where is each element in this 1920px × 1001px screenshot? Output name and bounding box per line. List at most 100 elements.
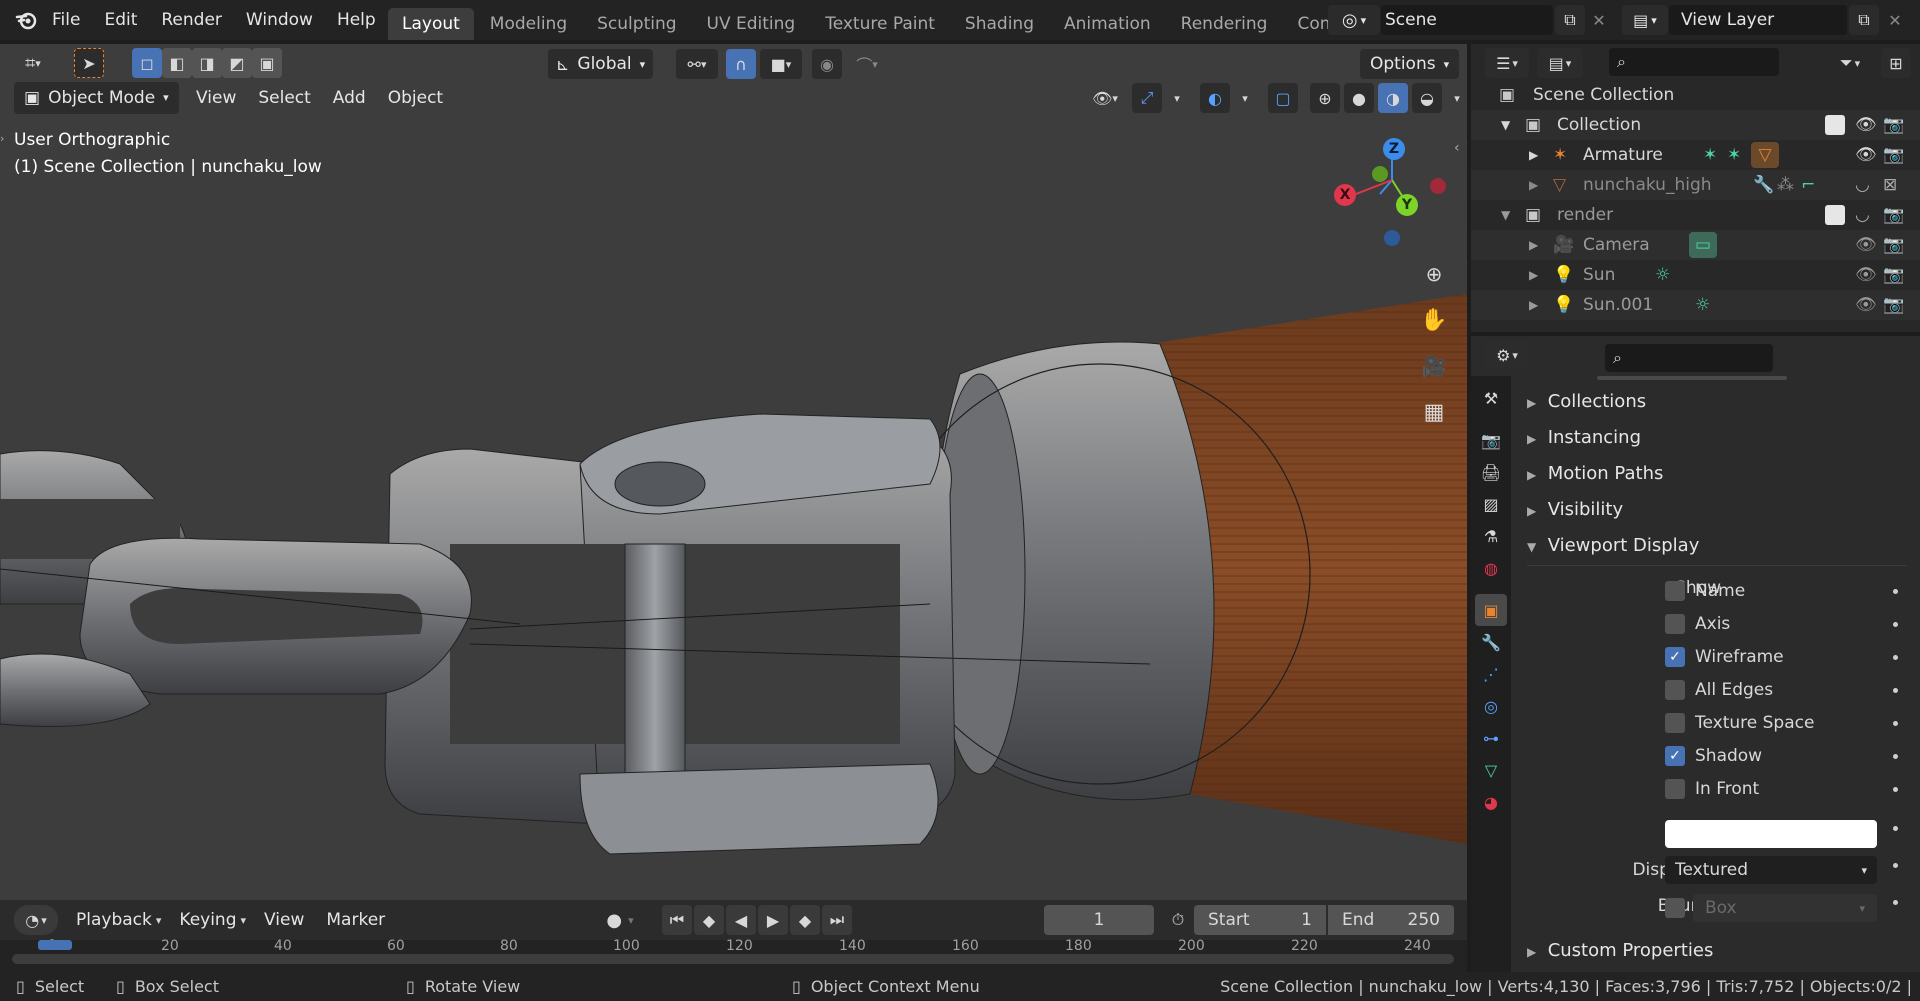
jump-end-button[interactable]: ⏭ — [822, 905, 852, 935]
tab-particles[interactable]: ⋰ — [1475, 658, 1507, 690]
visibility-selectability-button[interactable]: 👁 ▾ — [1082, 83, 1128, 113]
eye-icon[interactable]: 👁 — [1855, 110, 1877, 140]
select-mode-intersect-button[interactable]: ▣ — [252, 48, 282, 78]
bounds-type-dropdown[interactable]: Box ▾ — [1693, 894, 1877, 922]
delete-scene-button[interactable]: ✕ — [1588, 5, 1610, 35]
menu-window[interactable]: Window — [234, 0, 325, 40]
eye-icon[interactable]: 👁 — [1855, 140, 1877, 170]
3d-viewport[interactable]: ⌗ ▾ ➤ ◻ ◧ ◨ ◩ ▣ ⊾ Global ▾ ⚯ ▾ ∩ ■ ▾ ◉ ⌒ ▾ O… — [0, 44, 1467, 900]
outliner-row-scene-collection[interactable]: ▣ Scene Collection — [1471, 80, 1920, 110]
outliner-editor-type-button[interactable]: ☰ ▾ — [1485, 48, 1529, 78]
tab-output[interactable]: 🖨 — [1475, 456, 1507, 488]
tab-rendering[interactable]: Rendering — [1167, 8, 1282, 40]
checkbox[interactable]: ✓ — [1665, 647, 1685, 667]
show-option-row[interactable]: All Edges — [1665, 679, 1773, 701]
menu-marker[interactable]: Marker — [316, 904, 395, 936]
menu-view[interactable]: View — [186, 82, 246, 114]
play-button[interactable]: ▶ — [758, 905, 788, 935]
overlays-toggle-button[interactable]: ◐ — [1200, 83, 1230, 113]
preview-range-button[interactable]: ⏱ — [1164, 905, 1192, 935]
zoom-view-button[interactable]: ⊕ — [1416, 256, 1452, 292]
panel-custom-properties[interactable]: ▶ Custom Properties — [1527, 934, 1713, 968]
menu-add[interactable]: Add — [323, 82, 376, 114]
tab-modifiers[interactable]: 🔧 — [1475, 626, 1507, 658]
toolbar-expand-arrow[interactable]: › — [0, 132, 4, 145]
menu-timeline-view[interactable]: View — [254, 904, 314, 936]
tab-uv-editing[interactable]: UV Editing — [693, 8, 810, 40]
keyframe-dot[interactable] — [1893, 655, 1898, 660]
view-layer-field[interactable]: View Layer — [1669, 5, 1847, 35]
new-collection-button[interactable]: ⊞ — [1881, 48, 1911, 78]
menu-select[interactable]: Select — [248, 82, 320, 114]
show-option-row[interactable]: Axis — [1665, 613, 1730, 635]
show-option-row[interactable]: In Front — [1665, 778, 1759, 800]
camera-view-button[interactable]: 🎥 — [1416, 348, 1452, 384]
object-mode-dropdown[interactable]: ▣ Object Mode ▾ — [14, 82, 179, 114]
outliner-row-sun-001[interactable]: ▶ 💡 Sun.001 ☼ 👁 📷 — [1471, 290, 1920, 320]
snap-toggle-button[interactable]: ∩ — [726, 49, 756, 79]
start-frame-field[interactable]: Start 1 — [1194, 905, 1326, 935]
outliner-row-camera[interactable]: ▶ 🎥 Camera ▭ 👁 📷 — [1471, 230, 1920, 260]
keyframe-dot[interactable] — [1893, 688, 1898, 693]
overlays-options-button[interactable]: ▾ — [1234, 83, 1256, 113]
frame-ruler[interactable]: 120406080100120140160180200220240 — [0, 938, 1467, 972]
falloff-button[interactable]: ⌒ ▾ — [846, 49, 888, 79]
select-tool-button[interactable]: ➤ — [74, 48, 104, 78]
camera-icon[interactable]: 📷 — [1883, 200, 1904, 230]
eye-icon[interactable]: 👁 — [1855, 290, 1877, 320]
camera-icon[interactable]: 📷 — [1883, 110, 1904, 140]
perspective-toggle-button[interactable]: ▦ — [1416, 394, 1452, 430]
show-option-row[interactable]: Name — [1665, 580, 1745, 602]
bounds-checkbox[interactable] — [1665, 898, 1685, 918]
tab-sculpting[interactable]: Sculpting — [583, 8, 690, 40]
menu-playback[interactable]: Playback — [66, 904, 162, 936]
checkbox[interactable] — [1665, 713, 1685, 733]
show-option-row[interactable]: ✓ Shadow — [1665, 745, 1762, 767]
outliner-row-collection[interactable]: ▼ ▣ Collection 👁 📷 — [1471, 110, 1920, 140]
tab-physics[interactable]: ◎ — [1475, 690, 1507, 722]
select-mode-extend-button[interactable]: ◧ — [162, 48, 192, 78]
menu-render[interactable]: Render — [149, 0, 234, 40]
prev-keyframe-button[interactable]: ◆ — [694, 905, 724, 935]
expand-arrow-icon[interactable]: ▶ — [1529, 170, 1538, 200]
expand-arrow-icon[interactable]: ▶ — [1529, 230, 1538, 260]
camera-disabled-icon[interactable]: ⊠ — [1883, 170, 1897, 200]
select-mode-subtract-button[interactable]: ◨ — [192, 48, 222, 78]
scene-name-field[interactable]: Scene — [1381, 5, 1553, 35]
panel-collections[interactable]: ▶ Collections — [1527, 385, 1646, 419]
exclude-checkbox[interactable] — [1825, 205, 1845, 225]
expand-arrow-icon[interactable]: ▶ — [1529, 290, 1538, 320]
outliner-row-render[interactable]: ▼ ▣ render ◡ 📷 — [1471, 200, 1920, 230]
expand-arrow-icon[interactable]: ▼ — [1501, 110, 1510, 140]
gizmo-z-axis[interactable]: Z — [1383, 138, 1405, 160]
camera-icon[interactable]: 📷 — [1883, 290, 1904, 320]
checkbox[interactable] — [1665, 779, 1685, 799]
camera-icon[interactable]: 📷 — [1883, 230, 1904, 260]
keyframe-dot[interactable] — [1893, 787, 1898, 792]
outliner-filter-button[interactable]: ⏷ ▾ — [1827, 48, 1873, 78]
current-frame-field[interactable]: 1 — [1044, 905, 1154, 935]
new-scene-button[interactable]: ⧉ — [1555, 5, 1585, 35]
select-mode-new-button[interactable]: ◻ — [132, 48, 162, 78]
exclude-checkbox[interactable] — [1825, 115, 1845, 135]
tab-shading[interactable]: Shading — [951, 8, 1048, 40]
tab-animation[interactable]: Animation — [1050, 8, 1165, 40]
gizmo-toggle-button[interactable]: ⤢ — [1132, 83, 1162, 113]
outliner-row-nunchaku-high[interactable]: ▶ ▽ nunchaku_high 🔧 ⁂ ⌐ ◡ ⊠ — [1471, 170, 1920, 200]
eye-icon[interactable]: 👁 — [1855, 230, 1877, 260]
options-dropdown[interactable]: Options ▾ — [1360, 49, 1460, 79]
checkbox[interactable] — [1665, 614, 1685, 634]
tab-tool[interactable]: ⚒ — [1475, 382, 1507, 414]
shading-options-button[interactable]: ▾ — [1446, 83, 1467, 113]
outliner-row-armature[interactable]: ▶ ✶ Armature ✶ ✶ ▽ 👁 📷 — [1471, 140, 1920, 170]
checkbox[interactable]: ✓ — [1665, 746, 1685, 766]
shading-material-button[interactable]: ◑ — [1378, 83, 1408, 113]
keyframe-dot[interactable] — [1893, 900, 1898, 905]
properties-scroll-indicator[interactable] — [1597, 376, 1787, 380]
tab-scene[interactable]: ⚗ — [1475, 520, 1507, 552]
tab-world[interactable]: ◍ — [1475, 552, 1507, 584]
eye-icon[interactable]: 👁 — [1855, 260, 1877, 290]
sidebar-expand-arrow[interactable]: ‹ — [1454, 140, 1460, 156]
panel-instancing[interactable]: ▶ Instancing — [1527, 421, 1641, 455]
new-view-layer-button[interactable]: ⧉ — [1849, 5, 1879, 35]
